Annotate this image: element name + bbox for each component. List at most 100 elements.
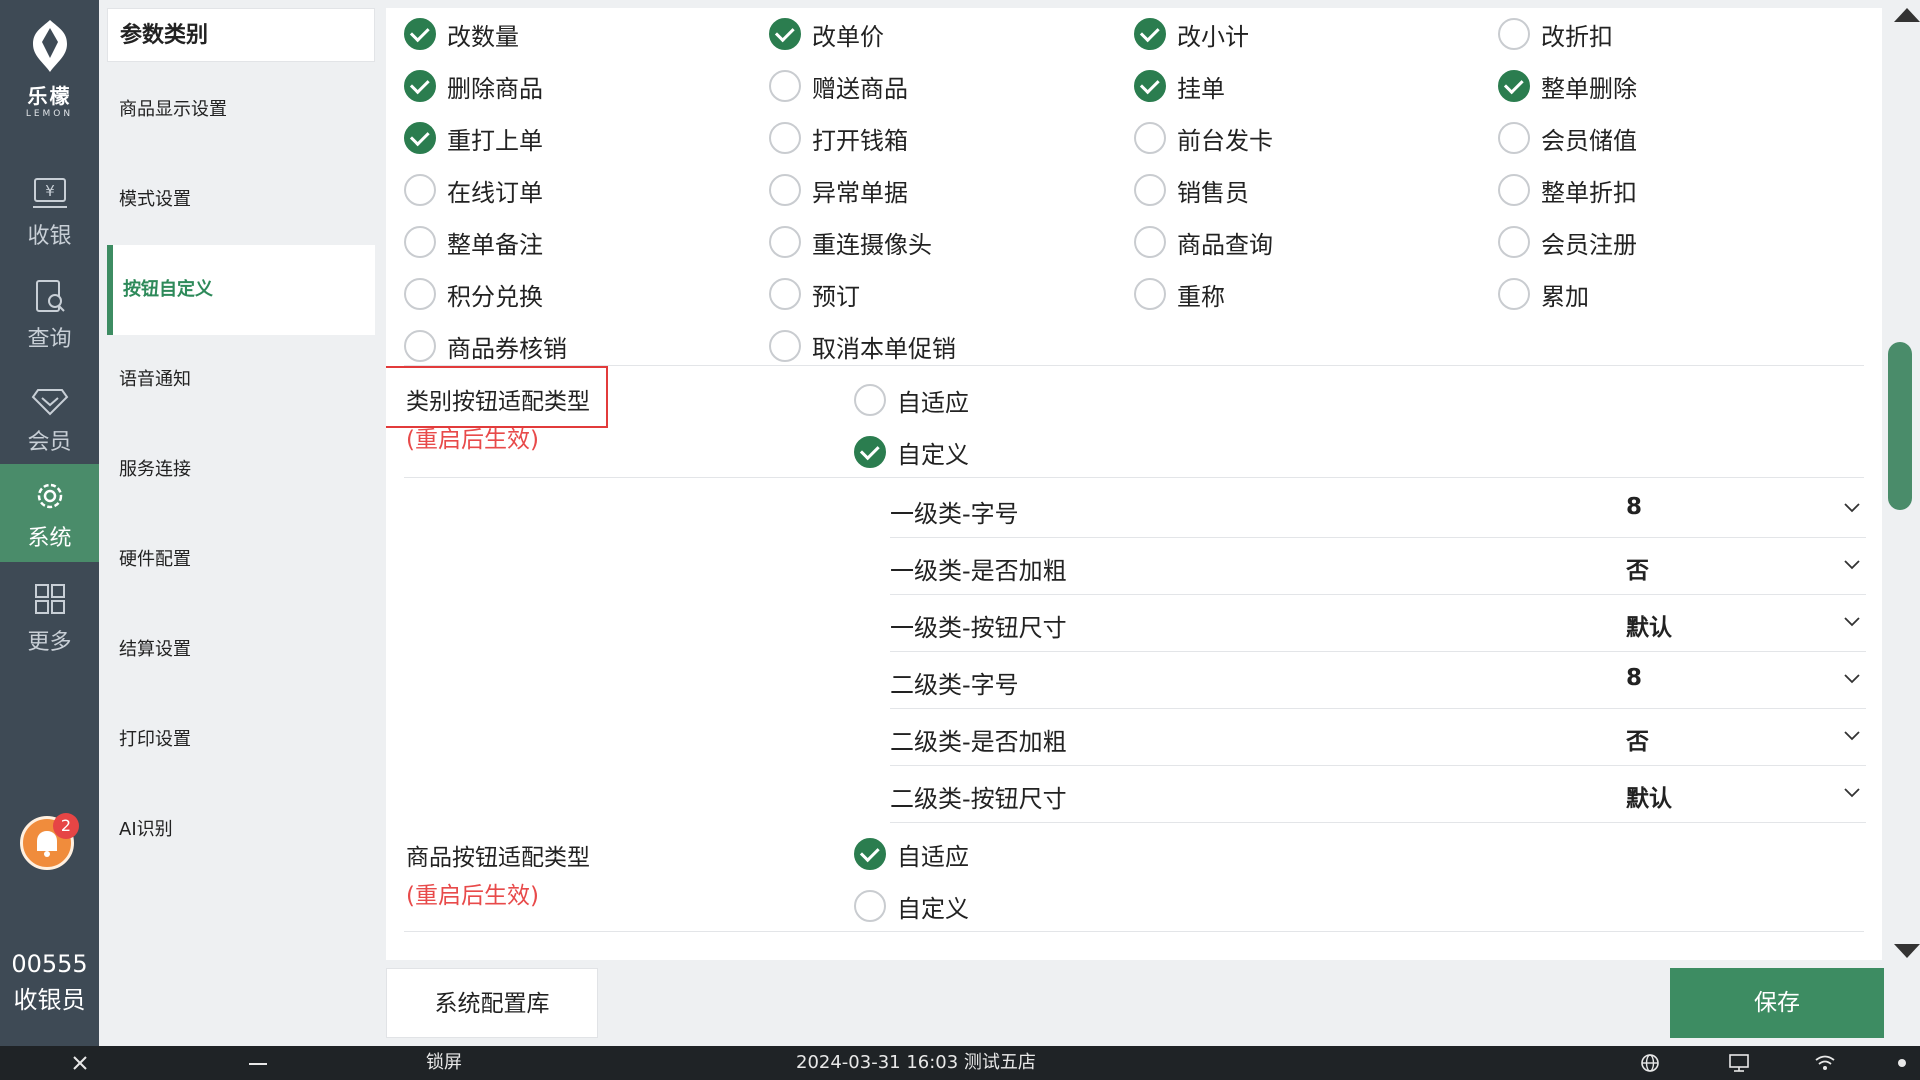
option-label: 删除商品 [447, 74, 543, 103]
category-item-voice[interactable]: 语音通知 [107, 335, 375, 425]
option-checkbox[interactable]: 重连摄像头 [769, 220, 932, 264]
option-checkbox[interactable]: 积分兑换 [404, 272, 543, 316]
category-item-mode[interactable]: 模式设置 [107, 155, 375, 245]
chevron-down-icon[interactable] [1844, 557, 1860, 573]
setting-dropdown-row[interactable]: 一级类-是否加粗 否 [890, 539, 1866, 595]
option-label: 自适应 [897, 388, 969, 417]
cash-register-icon: ¥ [32, 178, 67, 208]
option-checkbox[interactable]: 商品券核销 [404, 324, 567, 368]
option-label: 重连摄像头 [812, 230, 932, 259]
nav-item-member[interactable]: 会员 [0, 368, 99, 466]
chevron-down-icon[interactable] [1844, 614, 1860, 630]
category-item-button-custom[interactable]: 按钮自定义 [107, 245, 375, 335]
option-label: 会员注册 [1541, 230, 1637, 259]
option-checkbox[interactable]: 改折扣 [1498, 12, 1613, 56]
chevron-down-icon[interactable] [1844, 671, 1860, 687]
chevron-down-icon[interactable] [1844, 500, 1860, 516]
option-label: 商品查询 [1177, 230, 1273, 259]
category-fit-custom-radio[interactable]: 自定义 [854, 430, 969, 474]
option-checkbox[interactable]: 会员注册 [1498, 220, 1637, 264]
nav-item-system[interactable]: 系统 [0, 464, 99, 562]
category-item-hardware[interactable]: 硬件配置 [107, 515, 375, 605]
option-label: 改折扣 [1541, 22, 1613, 51]
option-checkbox[interactable]: 赠送商品 [769, 64, 908, 108]
option-checkbox[interactable]: 整单折扣 [1498, 168, 1637, 212]
nav-item-cash[interactable]: ¥ 收银 [0, 162, 99, 260]
chevron-down-icon[interactable] [1844, 728, 1860, 744]
option-checkbox[interactable]: 打开钱箱 [769, 116, 908, 160]
minimize-icon[interactable] [248, 1062, 268, 1066]
chevron-down-icon[interactable] [1844, 785, 1860, 801]
scroll-down-arrow-icon[interactable] [1894, 944, 1920, 958]
option-label: 商品券核销 [447, 334, 567, 363]
option-checkbox[interactable]: 重打上单 [404, 116, 543, 160]
option-checkbox[interactable]: 异常单据 [769, 168, 908, 212]
option-checkbox[interactable]: 销售员 [1134, 168, 1249, 212]
monitor-icon[interactable] [1728, 1053, 1750, 1073]
setting-dropdown-row[interactable]: 二级类-按钮尺寸 默认 [890, 767, 1866, 823]
option-label: 会员储值 [1541, 126, 1637, 155]
globe-icon[interactable] [1640, 1053, 1660, 1073]
option-label: 预订 [812, 282, 860, 311]
option-checkbox[interactable]: 改单价 [769, 12, 884, 56]
save-button[interactable]: 保存 [1670, 968, 1884, 1038]
nav-label: 系统 [27, 526, 72, 551]
lock-screen-button[interactable]: 锁屏 [426, 1046, 462, 1080]
wifi-icon[interactable] [1814, 1054, 1836, 1072]
option-checkbox[interactable]: 挂单 [1134, 64, 1225, 108]
option-label: 重称 [1177, 282, 1225, 311]
option-checkbox[interactable]: 改小计 [1134, 12, 1249, 56]
category-item-settlement[interactable]: 结算设置 [107, 605, 375, 695]
option-checkbox[interactable]: 累加 [1498, 272, 1589, 316]
option-checkbox[interactable]: 会员储值 [1498, 116, 1637, 160]
setting-value: 8 [1626, 665, 1643, 691]
status-dot-icon [1898, 1059, 1906, 1067]
setting-dropdown-row[interactable]: 一级类-字号 8 [890, 482, 1866, 538]
radio-indicator [854, 838, 886, 870]
notification-bell-button[interactable]: 2 [20, 813, 79, 870]
option-checkbox[interactable]: 整单备注 [404, 220, 543, 264]
category-item-ai[interactable]: AI识别 [107, 785, 375, 875]
category-fit-adaptive-radio[interactable]: 自适应 [854, 378, 969, 422]
close-icon[interactable] [72, 1055, 88, 1071]
option-checkbox[interactable]: 删除商品 [404, 64, 543, 108]
option-checkbox[interactable]: 在线订单 [404, 168, 543, 212]
system-config-button[interactable]: 系统配置库 [386, 968, 598, 1038]
option-checkbox[interactable]: 取消本单促销 [769, 324, 956, 368]
taskbar: 锁屏 2024-03-31 16:03 测试五店 [0, 1046, 1920, 1080]
option-checkbox[interactable]: 改数量 [404, 12, 519, 56]
category-item-service[interactable]: 服务连接 [107, 425, 375, 515]
option-checkbox[interactable]: 预订 [769, 272, 860, 316]
option-label: 改单价 [812, 22, 884, 51]
product-fit-custom-radio[interactable]: 自定义 [854, 884, 969, 928]
unchecked-icon [769, 330, 801, 362]
scroll-thumb[interactable] [1888, 342, 1912, 510]
vertical-scrollbar[interactable] [1884, 0, 1920, 960]
brand-name: 乐檬 [27, 84, 72, 108]
option-checkbox[interactable]: 重称 [1134, 272, 1225, 316]
setting-key: 二级类-按钮尺寸 [890, 785, 1067, 813]
option-label: 自适应 [897, 842, 969, 871]
row-underline [890, 594, 1866, 595]
option-label: 改数量 [447, 22, 519, 51]
product-fit-adaptive-radio[interactable]: 自适应 [854, 832, 969, 876]
divider [404, 365, 1864, 366]
gear-icon [37, 483, 62, 509]
scroll-up-arrow-icon[interactable] [1894, 8, 1920, 22]
category-item-product-display[interactable]: 商品显示设置 [107, 65, 375, 155]
nav-item-more[interactable]: 更多 [0, 568, 99, 666]
option-checkbox[interactable]: 商品查询 [1134, 220, 1273, 264]
nav-item-query[interactable]: 查询 [0, 265, 99, 363]
checked-icon [769, 18, 801, 50]
radio-indicator [854, 384, 886, 416]
category-fit-label: 类别按钮适配类型 [406, 389, 590, 415]
nav-label: 会员 [27, 430, 72, 455]
row-underline [890, 822, 1866, 823]
option-checkbox[interactable]: 前台发卡 [1134, 116, 1273, 160]
setting-dropdown-row[interactable]: 二级类-是否加粗 否 [890, 710, 1866, 766]
setting-dropdown-row[interactable]: 二级类-字号 8 [890, 653, 1866, 709]
setting-dropdown-row[interactable]: 一级类-按钮尺寸 默认 [890, 596, 1866, 652]
option-checkbox[interactable]: 整单删除 [1498, 64, 1637, 108]
category-item-print[interactable]: 打印设置 [107, 695, 375, 785]
radio-indicator [854, 436, 886, 468]
